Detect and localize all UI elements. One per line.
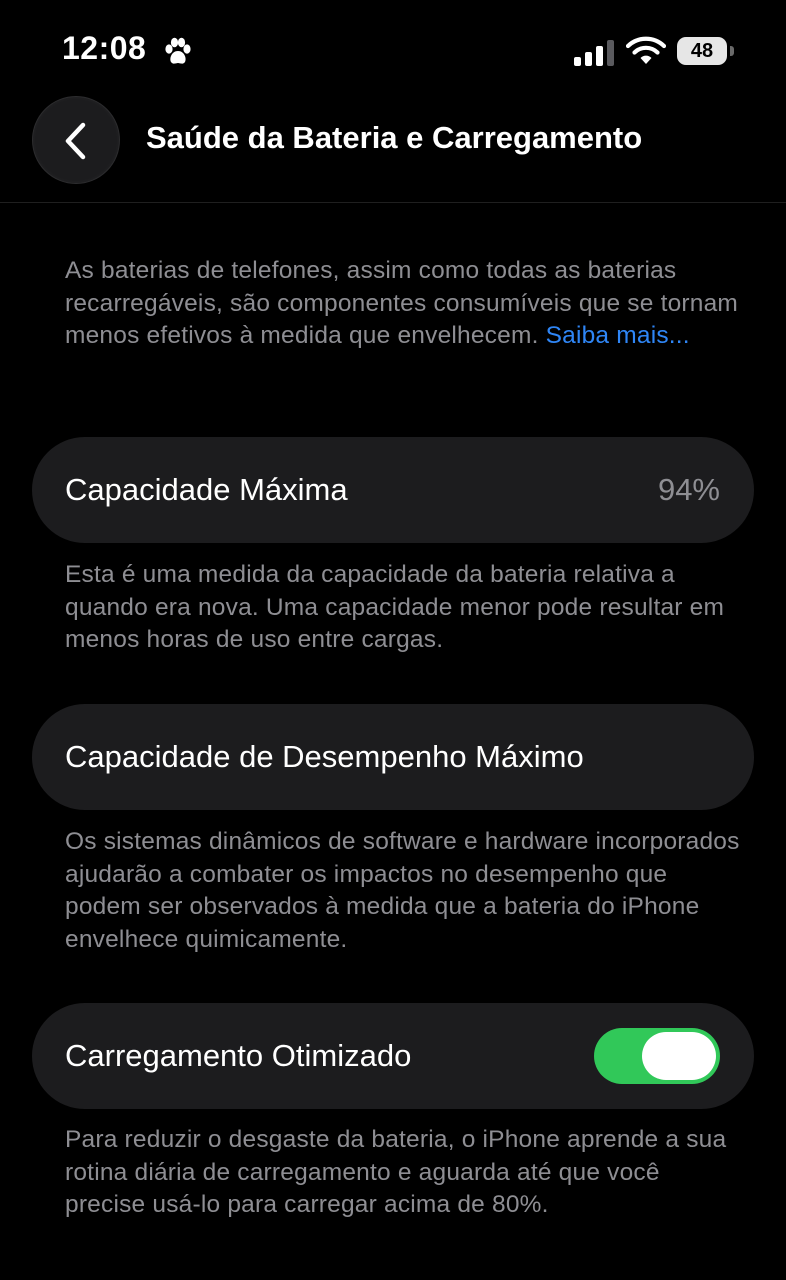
peak-performance-row: Capacidade de Desempenho Máximo: [32, 704, 754, 810]
max-capacity-label: Capacidade Máxima: [65, 472, 348, 507]
status-bar: 12:08 48: [0, 0, 786, 100]
cellular-signal-icon: [574, 40, 614, 66]
toggle-knob: [642, 1032, 716, 1080]
back-button[interactable]: [32, 96, 120, 184]
peak-performance-description: Os sistemas dinâmicos de software e hard…: [65, 828, 740, 953]
page-title: Saúde da Bateria e Carregamento: [146, 120, 643, 155]
optimized-charging-label: Carregamento Otimizado: [65, 1038, 412, 1073]
battery-tip: [730, 46, 734, 56]
max-capacity-description: Esta é uma medida da capacidade da bater…: [65, 561, 725, 653]
optimized-charging-toggle[interactable]: [594, 1028, 720, 1084]
battery-level: 48: [677, 37, 727, 65]
peak-performance-label: Capacidade de Desempenho Máximo: [65, 739, 584, 774]
max-capacity-value: 94%: [657, 472, 720, 507]
max-capacity-row: Capacidade Máxima 94%: [32, 437, 754, 543]
learn-more-link[interactable]: Saiba mais...: [546, 322, 690, 349]
intro-description: As baterias de telefones, assim como tod…: [65, 255, 745, 353]
chevron-left-icon: [65, 122, 86, 160]
status-time: 12:08: [62, 30, 147, 66]
nav-header: Saúde da Bateria e Carregamento: [0, 96, 786, 203]
optimized-charging-row: Carregamento Otimizado: [32, 1003, 754, 1109]
wifi-icon: [626, 36, 666, 64]
battery-icon: 48: [677, 37, 735, 67]
paw-icon: [165, 37, 191, 64]
optimized-charging-description: Para reduzir o desgaste da bateria, o iP…: [65, 1126, 727, 1218]
